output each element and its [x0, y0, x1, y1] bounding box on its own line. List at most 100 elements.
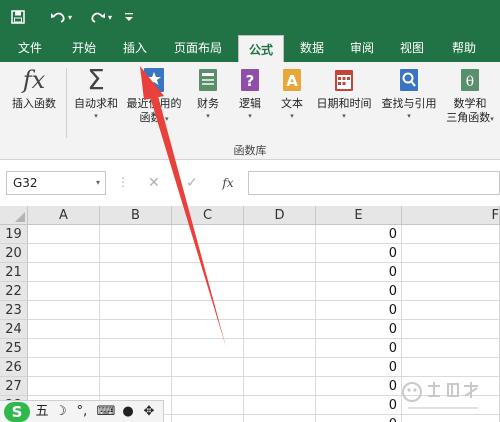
- cell-d29[interactable]: [244, 415, 316, 422]
- row-header-20[interactable]: 20: [0, 244, 28, 263]
- cell-b20[interactable]: [100, 244, 172, 263]
- moon-icon[interactable]: ☽: [54, 403, 68, 421]
- formula-input[interactable]: [248, 171, 500, 195]
- name-box[interactable]: G32 ▾: [6, 171, 106, 195]
- row-header-24[interactable]: 24: [0, 320, 28, 339]
- cell-a24[interactable]: [28, 320, 100, 339]
- cell-b26[interactable]: [100, 358, 172, 377]
- cell-e20[interactable]: 0: [316, 244, 402, 263]
- punctuation-icon[interactable]: °,: [72, 403, 92, 421]
- cell-c28[interactable]: [172, 396, 244, 415]
- cell-f19[interactable]: [402, 225, 500, 244]
- cell-e29[interactable]: 0: [316, 415, 402, 422]
- text-functions-button[interactable]: A 文本 ▾: [274, 66, 310, 121]
- row-header-21[interactable]: 21: [0, 263, 28, 282]
- row-header-25[interactable]: 25: [0, 339, 28, 358]
- cell-e24[interactable]: 0: [316, 320, 402, 339]
- cell-d28[interactable]: [244, 396, 316, 415]
- cell-c24[interactable]: [172, 320, 244, 339]
- select-all-corner[interactable]: [0, 206, 28, 225]
- tab-insert[interactable]: 插入: [113, 34, 157, 62]
- row-header-23[interactable]: 23: [0, 301, 28, 320]
- cell-f29[interactable]: [402, 415, 500, 422]
- logical-button[interactable]: ? 逻辑 ▾: [232, 66, 268, 121]
- formula-bar-grip-icon[interactable]: ⋮: [117, 175, 129, 189]
- column-header-e[interactable]: E: [316, 206, 402, 225]
- insert-function-fx-icon[interactable]: fx: [216, 171, 240, 195]
- column-header-c[interactable]: C: [172, 206, 244, 225]
- undo-icon[interactable]: ▾: [46, 7, 76, 27]
- tab-file[interactable]: 文件: [8, 34, 52, 62]
- cell-d27[interactable]: [244, 377, 316, 396]
- cell-e21[interactable]: 0: [316, 263, 402, 282]
- cell-b22[interactable]: [100, 282, 172, 301]
- cell-e19[interactable]: 0: [316, 225, 402, 244]
- cell-d23[interactable]: [244, 301, 316, 320]
- cell-e26[interactable]: 0: [316, 358, 402, 377]
- row-header-22[interactable]: 22: [0, 282, 28, 301]
- insert-function-button[interactable]: fx 插入函数: [4, 66, 64, 111]
- tab-home[interactable]: 开始: [62, 34, 106, 62]
- cell-d25[interactable]: [244, 339, 316, 358]
- cell-d26[interactable]: [244, 358, 316, 377]
- cell-f25[interactable]: [402, 339, 500, 358]
- cell-f21[interactable]: [402, 263, 500, 282]
- cell-d21[interactable]: [244, 263, 316, 282]
- cell-b19[interactable]: [100, 225, 172, 244]
- cell-c29[interactable]: [172, 415, 244, 422]
- cell-a25[interactable]: [28, 339, 100, 358]
- cell-e22[interactable]: 0: [316, 282, 402, 301]
- grid-menu-icon[interactable]: ✥: [140, 403, 158, 421]
- cell-c25[interactable]: [172, 339, 244, 358]
- recently-used-button[interactable]: 最近使用的 函数 ▾: [124, 66, 184, 126]
- tab-help[interactable]: 帮助: [442, 34, 486, 62]
- cell-e23[interactable]: 0: [316, 301, 402, 320]
- user-icon[interactable]: ●: [120, 403, 136, 421]
- cell-b23[interactable]: [100, 301, 172, 320]
- chevron-down-icon[interactable]: ▾: [96, 172, 100, 194]
- cell-b25[interactable]: [100, 339, 172, 358]
- cell-c27[interactable]: [172, 377, 244, 396]
- cell-a27[interactable]: [28, 377, 100, 396]
- cell-c19[interactable]: [172, 225, 244, 244]
- cell-b21[interactable]: [100, 263, 172, 282]
- cell-e25[interactable]: 0: [316, 339, 402, 358]
- row-header-26[interactable]: 26: [0, 358, 28, 377]
- row-header-27[interactable]: 27: [0, 377, 28, 396]
- column-header-f[interactable]: F: [402, 206, 500, 225]
- cell-f20[interactable]: [402, 244, 500, 263]
- cell-c21[interactable]: [172, 263, 244, 282]
- cell-d20[interactable]: [244, 244, 316, 263]
- cell-c26[interactable]: [172, 358, 244, 377]
- save-icon[interactable]: [8, 7, 28, 27]
- column-header-d[interactable]: D: [244, 206, 316, 225]
- lookup-reference-button[interactable]: 查找与引用 ▾: [378, 66, 440, 121]
- cell-f26[interactable]: [402, 358, 500, 377]
- column-header-a[interactable]: A: [28, 206, 100, 225]
- cell-e27[interactable]: 0: [316, 377, 402, 396]
- cell-f23[interactable]: [402, 301, 500, 320]
- tab-view[interactable]: 视图: [392, 34, 432, 62]
- cell-a23[interactable]: [28, 301, 100, 320]
- cell-a20[interactable]: [28, 244, 100, 263]
- enter-check-icon[interactable]: ✓: [180, 171, 204, 195]
- cell-c20[interactable]: [172, 244, 244, 263]
- tab-data[interactable]: 数据: [292, 34, 332, 62]
- cell-c22[interactable]: [172, 282, 244, 301]
- cell-d22[interactable]: [244, 282, 316, 301]
- cell-d19[interactable]: [244, 225, 316, 244]
- tab-formulas[interactable]: 公式: [238, 35, 284, 62]
- cell-f24[interactable]: [402, 320, 500, 339]
- cell-c23[interactable]: [172, 301, 244, 320]
- ime-toolbar[interactable]: S 五 ☽ °, ⌨ ● ✥: [0, 400, 164, 422]
- cell-f22[interactable]: [402, 282, 500, 301]
- cell-a26[interactable]: [28, 358, 100, 377]
- date-time-button[interactable]: 日期和时间 ▾: [312, 66, 376, 121]
- financial-button[interactable]: 财务 ▾: [190, 66, 226, 121]
- cell-b24[interactable]: [100, 320, 172, 339]
- cell-e28[interactable]: 0: [316, 396, 402, 415]
- customize-qat-icon[interactable]: [122, 7, 136, 27]
- math-trig-button[interactable]: θ 数学和 三角函数▾: [442, 66, 498, 126]
- row-header-19[interactable]: 19: [0, 225, 28, 244]
- ime-mode[interactable]: 五: [34, 403, 50, 421]
